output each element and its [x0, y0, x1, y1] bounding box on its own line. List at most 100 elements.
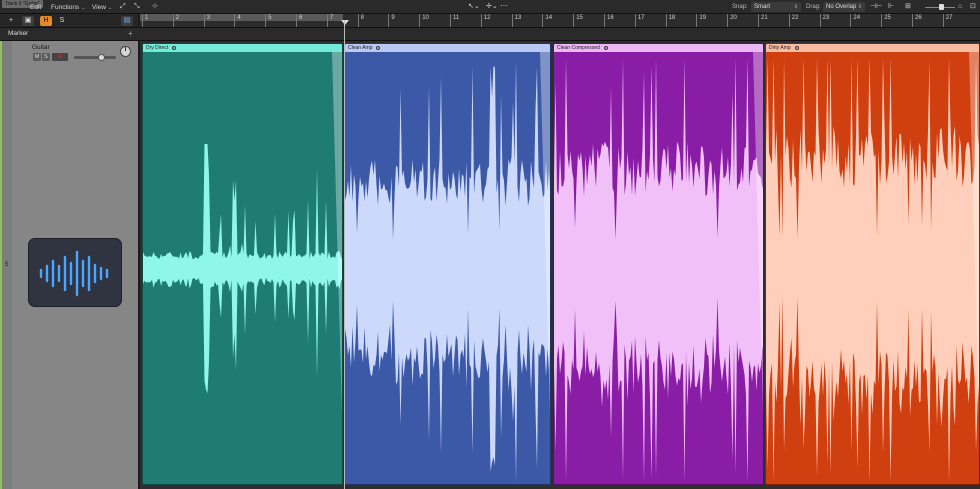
region-name: Clean Amp: [348, 45, 373, 51]
ruler-bar-12[interactable]: 12: [480, 14, 490, 27]
catch-icon[interactable]: ⊹: [152, 2, 158, 12]
control-bar: Track 5 "Guitar" Edit Functions ⌄ View ⌄ ⤢…: [0, 0, 980, 14]
loop-icon: [794, 46, 799, 50]
region-dry-direct[interactable]: Dry Direct: [142, 43, 343, 485]
audio-waveform: [143, 52, 342, 414]
ruler-bar-10[interactable]: 10: [419, 14, 429, 27]
region-header[interactable]: Clean Compressed: [554, 44, 763, 52]
loop-icon: [172, 46, 177, 50]
menu-view[interactable]: View ⌄: [92, 3, 112, 13]
zoom-icon[interactable]: ⊡: [970, 2, 976, 12]
region-name: Dry Direct: [146, 45, 169, 51]
waveform-zoom-icon[interactable]: ⊩: [888, 2, 894, 12]
zoom-slider[interactable]: [925, 2, 955, 12]
drag-label: Drag:: [806, 4, 821, 10]
ruler-bar-15[interactable]: 15: [573, 14, 583, 27]
ruler-bar-24[interactable]: 24: [850, 14, 860, 27]
add-track-button[interactable]: +: [5, 16, 17, 26]
cycle-area[interactable]: [140, 14, 343, 21]
playhead[interactable]: [344, 20, 345, 489]
ruler-bar-25[interactable]: 25: [881, 14, 891, 27]
ruler-bar-17[interactable]: 17: [634, 14, 644, 27]
chevron-down-icon: ⌄: [81, 5, 86, 11]
playhead-handle[interactable]: [341, 20, 349, 25]
ruler-bar-1[interactable]: 1: [142, 14, 148, 27]
region-icon[interactable]: ▣: [22, 16, 34, 26]
volume-slider[interactable]: [74, 56, 116, 59]
audio-waveform-icon: [39, 250, 109, 297]
ruler-bar-14[interactable]: 14: [542, 14, 552, 27]
region-name: Dirty Amp: [769, 45, 791, 51]
loop-icon: [376, 46, 381, 50]
region-header[interactable]: Clean Amp: [345, 44, 550, 52]
timeline-ruler[interactable]: 1 2 3 4 5 6 7 8 9 10 11 12 13 14 15 16 17 18 19 20 21 22 23 24 2…: [140, 14, 980, 28]
region-header[interactable]: Dry Direct: [143, 44, 342, 52]
s-button[interactable]: S: [56, 16, 68, 26]
loop-icon: [603, 46, 608, 50]
more-icon[interactable]: ⋯: [500, 1, 508, 11]
region-header[interactable]: Dirty Amp: [766, 44, 979, 52]
catch-icon[interactable]: ▤: [121, 16, 133, 26]
drag-value: No Overlap: [826, 4, 857, 10]
add-marker-button[interactable]: +: [128, 29, 133, 38]
menu-functions-label: Functions: [51, 4, 80, 11]
waveform-shape: [143, 144, 342, 394]
region-dirty-amp[interactable]: Dirty Amp: [765, 43, 980, 485]
ruler-bar-26[interactable]: 26: [912, 14, 922, 27]
ruler-bar-22[interactable]: 22: [788, 14, 798, 27]
crosshair-tool-icon[interactable]: ✛⌄: [486, 2, 498, 12]
marker-label: Marker: [8, 30, 29, 37]
waveform-shape: [766, 58, 979, 482]
track-list-header: + ▣ H S ▤: [0, 14, 138, 28]
track-icon[interactable]: [28, 238, 122, 307]
chevron-down-icon: ⌄: [107, 5, 113, 11]
menu-edit[interactable]: Edit: [30, 3, 41, 12]
waveform-zoom-icon[interactable]: ⊣⊢: [870, 2, 882, 12]
snap-dropdown[interactable]: Smart ⇕: [751, 2, 801, 12]
ruler-bar-7[interactable]: 7: [326, 14, 333, 27]
menu-functions[interactable]: Functions ⌄: [51, 3, 85, 13]
waveform-shape: [554, 58, 763, 482]
ruler-bar-19[interactable]: 19: [696, 14, 706, 27]
pointer-tool-icon[interactable]: ↖⌄: [468, 2, 480, 12]
volume-slider-knob[interactable]: [97, 54, 105, 61]
ruler-bar-3[interactable]: 3: [203, 14, 210, 27]
ruler-bar-18[interactable]: 18: [665, 14, 675, 27]
solo-button[interactable]: S: [42, 53, 50, 61]
audio-waveform: [766, 52, 979, 482]
ruler-bar-27[interactable]: 27: [942, 14, 952, 27]
region-body: [345, 52, 550, 484]
chevron-updown-icon: ⇕: [857, 4, 862, 10]
ruler-bar-6[interactable]: 6: [296, 14, 302, 27]
snap-value: Smart: [754, 4, 771, 10]
region-clean-amp[interactable]: Clean Amp: [344, 43, 551, 485]
ruler-bar-13[interactable]: 13: [511, 14, 521, 27]
track-number: 5: [5, 262, 9, 268]
track-name[interactable]: Guitar: [32, 44, 50, 51]
flex-icon[interactable]: ⤡: [134, 2, 140, 12]
audio-waveform: [554, 52, 763, 482]
mute-button[interactable]: M: [33, 53, 41, 61]
ruler-bar-8[interactable]: 8: [357, 14, 364, 27]
automation-icon[interactable]: ⤢: [120, 2, 126, 12]
ruler-bar-5[interactable]: 5: [265, 14, 272, 27]
region-body: [766, 52, 979, 484]
ruler-bar-21[interactable]: 21: [758, 14, 768, 27]
ruler-bar-11[interactable]: 11: [450, 14, 459, 27]
region-body: [554, 52, 763, 484]
horizontal-zoom-icon[interactable]: ⊞: [905, 2, 911, 12]
marker-track[interactable]: Marker +: [0, 28, 980, 41]
lock-icon[interactable]: ⌂: [958, 2, 962, 12]
record-button[interactable]: R: [52, 53, 68, 61]
ruler-bar-2[interactable]: 2: [172, 14, 179, 27]
region-clean-compressed[interactable]: Clean Compressed: [553, 43, 764, 485]
ruler-bar-4[interactable]: 4: [234, 14, 241, 27]
ruler-bar-20[interactable]: 20: [727, 14, 737, 27]
ruler-bar-23[interactable]: 23: [819, 14, 829, 27]
ruler-bar-9[interactable]: 9: [388, 14, 395, 27]
ruler-bar-16[interactable]: 16: [604, 14, 614, 27]
zoom-slider-knob[interactable]: [939, 4, 944, 10]
chevron-updown-icon: ⇕: [793, 4, 798, 10]
h-button[interactable]: H: [40, 16, 52, 26]
drag-dropdown[interactable]: No Overlap ⇕: [823, 2, 865, 12]
